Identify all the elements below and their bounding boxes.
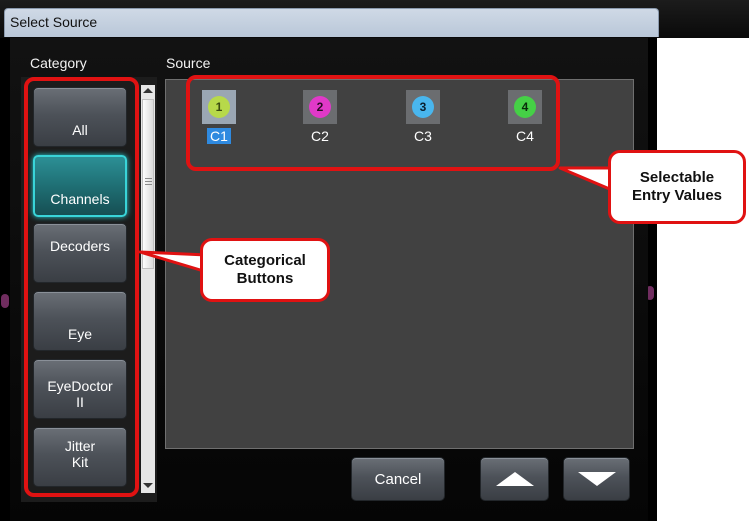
callout-text: Selectable Entry Values [631,169,723,204]
selectable-entries-callout: Selectable Entry Values [608,150,746,224]
selectable-callout-pointer [558,166,617,192]
categorical-callout-pointer [138,250,209,274]
callout-text: Categorical Buttons [224,252,306,287]
categorical-buttons-callout: Categorical Buttons [200,238,330,302]
callout-pointers [138,166,617,274]
